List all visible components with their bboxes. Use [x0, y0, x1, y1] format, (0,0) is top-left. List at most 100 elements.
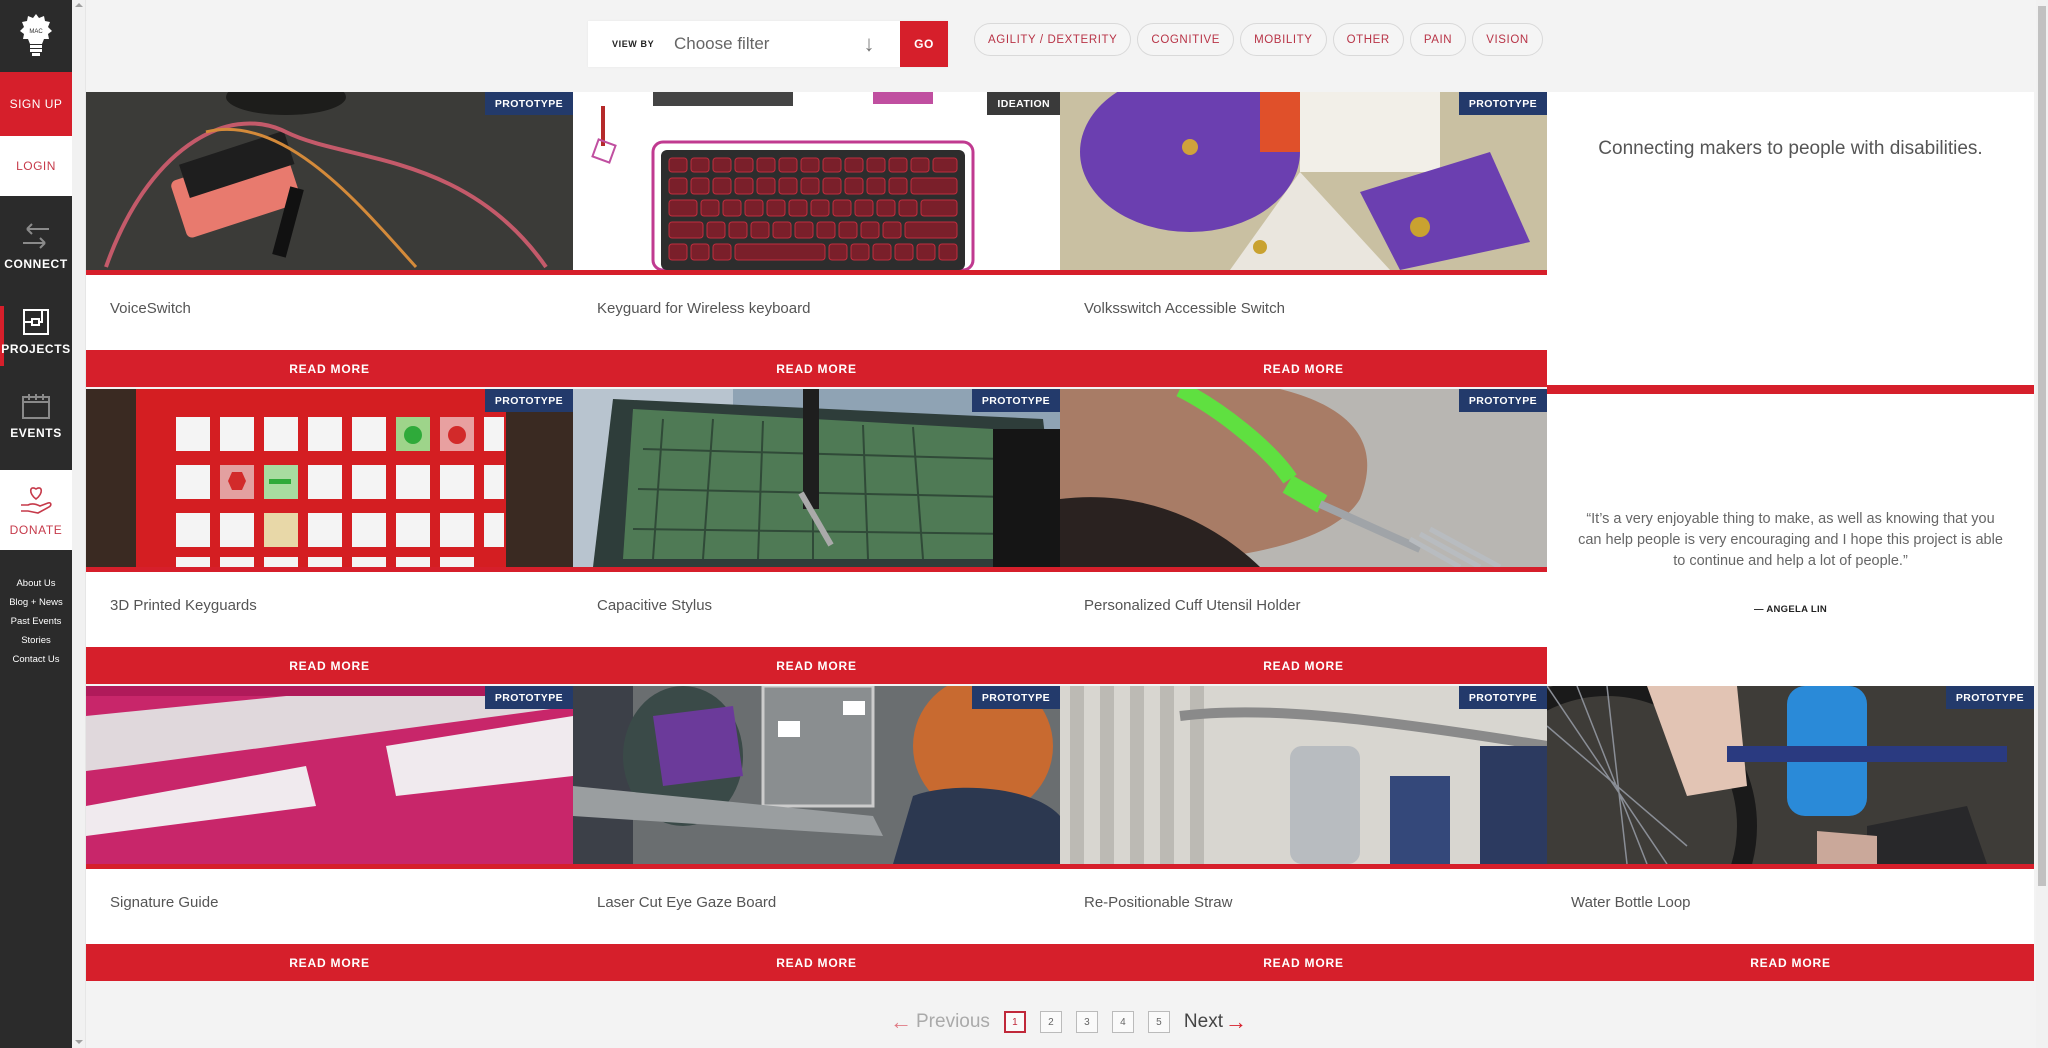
scrollbar-thumb[interactable] — [2038, 6, 2046, 886]
project-title[interactable]: Laser Cut Eye Gaze Board — [597, 894, 776, 911]
read-more-button[interactable]: READ MORE — [1547, 944, 2034, 981]
tag-cognitive[interactable]: COGNITIVE — [1137, 23, 1235, 56]
status-badge: PROTOTYPE — [1458, 686, 1547, 709]
project-card[interactable]: PROTOTYPE VoiceSwitch READ MORE — [86, 92, 573, 387]
sign-up-button[interactable]: SIGN UP — [0, 72, 72, 136]
read-more-button[interactable]: READ MORE — [573, 647, 1060, 684]
read-more-button[interactable]: READ MORE — [86, 944, 573, 981]
divider — [1060, 270, 1547, 275]
tag-agility-dexterity[interactable]: AGILITY / DEXTERITY — [974, 23, 1132, 56]
page-5-button[interactable]: 5 — [1147, 1011, 1170, 1033]
filter-select[interactable]: Choose filter — [674, 34, 854, 54]
project-card[interactable]: PROTOTYPE 3D Printed Keyguards READ MORE — [86, 389, 573, 684]
page-scrollbar[interactable] — [2036, 0, 2048, 1048]
arrow-right-icon: → — [1225, 1009, 1247, 1034]
project-image[interactable]: PROTOTYPE — [573, 686, 1060, 864]
tag-pain[interactable]: PAIN — [1409, 23, 1467, 56]
status-badge: PROTOTYPE — [971, 389, 1060, 412]
connect-label: CONNECT — [4, 257, 68, 271]
arrow-left-icon: ← — [890, 1009, 912, 1034]
heart-hand-icon — [21, 487, 52, 514]
project-title[interactable]: Re-Positionable Straw — [1084, 894, 1232, 911]
project-card[interactable]: PROTOTYPE Capacitive Stylus READ MORE — [573, 389, 1060, 684]
project-title[interactable]: Water Bottle Loop — [1571, 894, 1691, 911]
category-tags: AGILITY / DEXTERITY COGNITIVE MOBILITY O… — [974, 23, 1543, 56]
project-card[interactable]: IDEATION Keyguard for Wireless keyboard … — [573, 92, 1060, 387]
status-badge: IDEATION — [987, 92, 1060, 115]
read-more-button[interactable]: READ MORE — [573, 944, 1060, 981]
project-image[interactable]: PROTOTYPE — [1060, 686, 1547, 864]
projects-label: PROJECTS — [1, 342, 71, 356]
project-image[interactable]: IDEATION — [573, 92, 1060, 270]
go-button[interactable]: GO — [900, 21, 948, 67]
project-title[interactable]: Capacitive Stylus — [597, 597, 712, 614]
project-image[interactable]: PROTOTYPE — [86, 686, 573, 864]
donate-label: DONATE — [9, 523, 63, 537]
project-image[interactable]: PROTOTYPE — [1547, 686, 2034, 864]
blog-news-link[interactable]: Blog + News — [9, 595, 63, 610]
next-page-link[interactable]: Next → — [1184, 1009, 1247, 1035]
project-title[interactable]: 3D Printed Keyguards — [110, 597, 257, 614]
scroll-down-arrow-icon[interactable] — [75, 1040, 83, 1044]
project-title[interactable]: Personalized Cuff Utensil Holder — [1084, 597, 1301, 614]
contact-us-link[interactable]: Contact Us — [13, 652, 60, 667]
status-badge: PROTOTYPE — [1458, 389, 1547, 412]
project-card[interactable]: PROTOTYPE Water Bottle Loop READ MORE — [1547, 686, 2034, 981]
nav-donate[interactable]: DONATE — [0, 470, 72, 550]
status-badge: PROTOTYPE — [971, 686, 1060, 709]
arrow-down-icon[interactable]: ↓ — [854, 29, 884, 59]
divider — [1547, 864, 2034, 869]
logo-link[interactable]: MAC — [0, 0, 72, 72]
divider — [1060, 864, 1547, 869]
about-us-link[interactable]: About Us — [16, 576, 55, 591]
page-numbers: 1 2 3 4 5 — [1003, 1011, 1170, 1033]
project-title[interactable]: VoiceSwitch — [110, 300, 191, 317]
footer-links: About Us Blog + News Past Events Stories… — [0, 576, 72, 667]
testimonial-quote: “It’s a very enjoyable thing to make, as… — [1578, 511, 2003, 569]
nav-events[interactable]: EVENTS — [0, 380, 72, 452]
stories-link[interactable]: Stories — [21, 633, 51, 648]
tag-mobility[interactable]: MOBILITY — [1240, 23, 1327, 56]
read-more-button[interactable]: READ MORE — [573, 350, 1060, 387]
project-card[interactable]: PROTOTYPE Personalized Cuff Utensil Hold… — [1060, 389, 1547, 684]
view-by-label: VIEW BY — [612, 39, 655, 49]
previous-page-link[interactable]: ← Previous — [890, 1009, 990, 1035]
project-card[interactable]: PROTOTYPE Re-Positionable Straw READ MOR… — [1060, 686, 1547, 981]
page-1-button[interactable]: 1 — [1003, 1011, 1026, 1033]
scroll-up-arrow-icon[interactable] — [75, 3, 83, 7]
read-more-button[interactable]: READ MORE — [1060, 647, 1547, 684]
project-card[interactable]: PROTOTYPE Signature Guide READ MORE — [86, 686, 573, 981]
page-3-button[interactable]: 3 — [1075, 1011, 1098, 1033]
project-card[interactable]: PROTOTYPE Laser Cut Eye Gaze Board READ … — [573, 686, 1060, 981]
tag-vision[interactable]: VISION — [1472, 23, 1543, 56]
svg-text:MAC: MAC — [29, 29, 43, 35]
project-title[interactable]: Signature Guide — [110, 894, 218, 911]
project-card[interactable]: PROTOTYPE Volksswitch Accessible Switch … — [1060, 92, 1547, 387]
divider — [86, 864, 573, 869]
project-image[interactable]: PROTOTYPE — [1060, 389, 1547, 567]
project-title[interactable]: Keyguard for Wireless keyboard — [597, 300, 810, 317]
project-image[interactable]: PROTOTYPE — [1060, 92, 1547, 270]
project-image[interactable]: PROTOTYPE — [86, 389, 573, 567]
events-label: EVENTS — [10, 426, 62, 440]
project-image[interactable]: PROTOTYPE — [573, 389, 1060, 567]
sign-up-label: SIGN UP — [9, 97, 63, 111]
read-more-button[interactable]: READ MORE — [1060, 350, 1547, 387]
divider — [573, 567, 1060, 572]
project-image[interactable]: PROTOTYPE — [86, 92, 573, 270]
page-4-button[interactable]: 4 — [1111, 1011, 1134, 1033]
next-label: Next — [1183, 1011, 1223, 1032]
tag-other[interactable]: OTHER — [1332, 23, 1404, 56]
sidebar-scrollbar[interactable] — [72, 0, 86, 1048]
project-title[interactable]: Volksswitch Accessible Switch — [1084, 300, 1285, 317]
read-more-button[interactable]: READ MORE — [1060, 944, 1547, 981]
login-button[interactable]: LOGIN — [0, 136, 72, 196]
page-2-button[interactable]: 2 — [1039, 1011, 1062, 1033]
nav-connect[interactable]: CONNECT — [0, 206, 72, 286]
read-more-button[interactable]: READ MORE — [86, 350, 573, 387]
past-events-link[interactable]: Past Events — [11, 614, 62, 629]
divider — [1060, 567, 1547, 572]
nav-projects[interactable]: PROJECTS — [0, 296, 72, 368]
status-badge: PROTOTYPE — [1458, 92, 1547, 115]
read-more-button[interactable]: READ MORE — [86, 647, 573, 684]
